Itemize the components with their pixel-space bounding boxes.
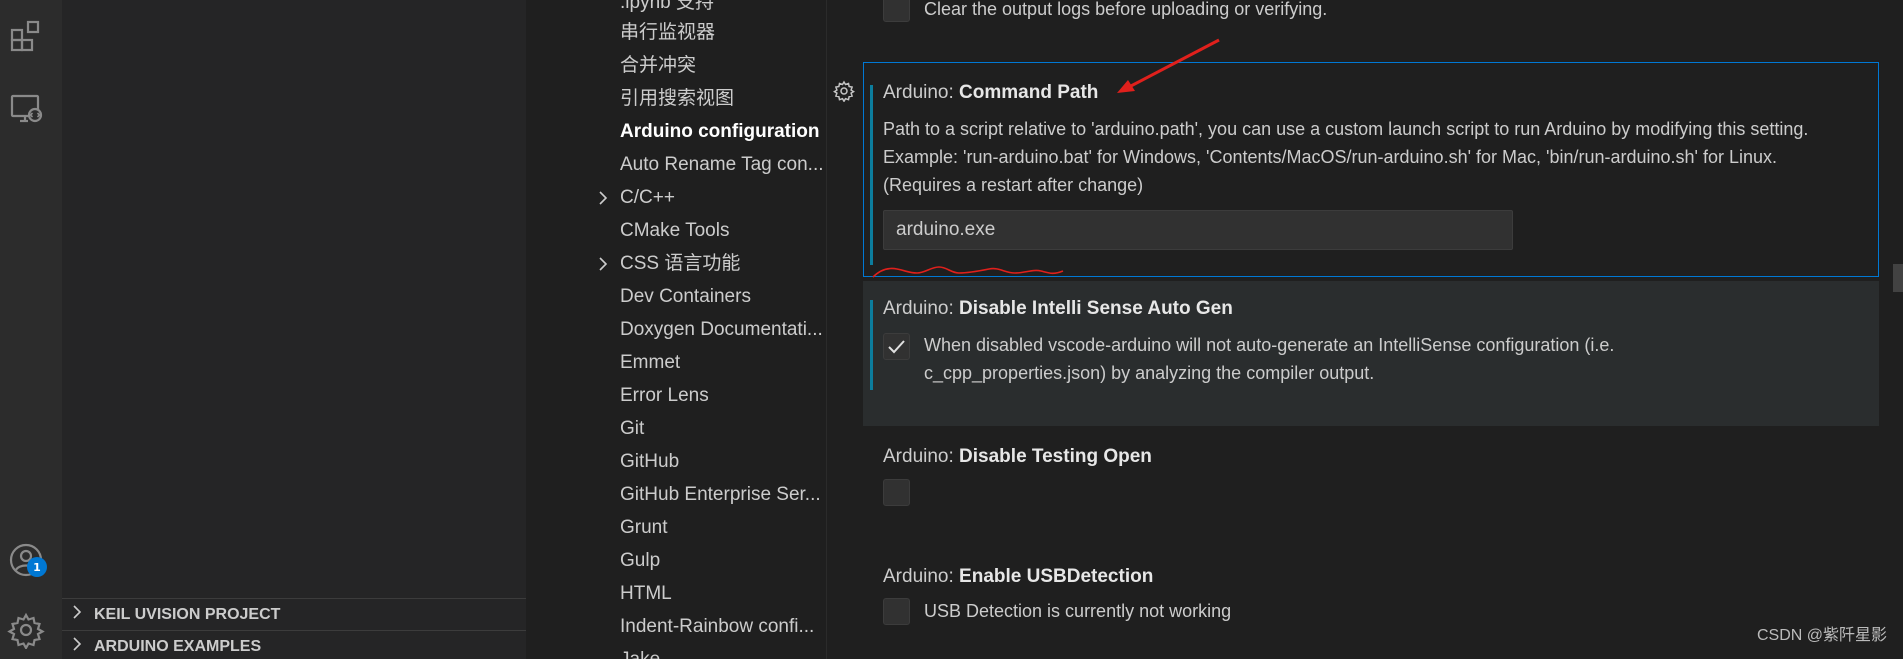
- toc-item[interactable]: Indent-Rainbow confi...: [620, 612, 814, 642]
- chevron-right-icon[interactable]: [598, 249, 608, 279]
- accounts-badge: 1: [27, 557, 47, 577]
- annotation-overlay: [872, 38, 1220, 278]
- side-bar: KEIL UVISION PROJECT ARDUINO EXAMPLES: [62, 0, 526, 659]
- settings-editor: Clear the output logs before uploading o…: [827, 0, 1903, 659]
- toc-item[interactable]: 串行监视器: [620, 18, 715, 48]
- toc-item-arduino-configuration[interactable]: Arduino configuration: [620, 117, 819, 147]
- toc-item[interactable]: GitHub: [620, 447, 679, 477]
- toc-item[interactable]: Gulp: [620, 546, 660, 576]
- toc-item[interactable]: Git: [620, 414, 644, 444]
- toc-item[interactable]: Error Lens: [620, 381, 709, 411]
- toc-item[interactable]: Grunt: [620, 513, 668, 543]
- toc-item[interactable]: HTML: [620, 579, 672, 609]
- toc-item[interactable]: Jake: [620, 645, 660, 659]
- arduino-examples-panel-header[interactable]: ARDUINO EXAMPLES: [62, 630, 526, 659]
- chevron-right-icon[interactable]: [598, 183, 608, 213]
- toc-item[interactable]: .ipynb 支持: [620, 0, 714, 18]
- toc-item[interactable]: Dev Containers: [620, 282, 751, 312]
- toc-item[interactable]: CMake Tools: [620, 216, 729, 246]
- activity-bar: 1: [0, 0, 62, 659]
- toc-item[interactable]: 引用搜索视图: [620, 84, 734, 114]
- toc-item[interactable]: Auto Rename Tag con...: [620, 150, 824, 180]
- chevron-right-icon: [72, 605, 82, 624]
- chevron-right-icon: [72, 637, 82, 656]
- toc-item[interactable]: GitHub Enterprise Ser...: [620, 480, 821, 510]
- panel-title: ARDUINO EXAMPLES: [94, 637, 262, 655]
- red-arrow-annotation: [1117, 38, 1220, 93]
- csdn-watermark: CSDN @紫阡星影: [1756, 627, 1887, 644]
- panel-title: KEIL UVISION PROJECT: [94, 605, 281, 623]
- toc-item[interactable]: C/C++: [620, 183, 675, 213]
- remote-explorer-icon[interactable]: [0, 84, 52, 132]
- manage-gear-icon[interactable]: [0, 606, 52, 654]
- extensions-icon[interactable]: [0, 12, 52, 60]
- toc-item[interactable]: 合并冲突: [620, 51, 696, 81]
- toc-item[interactable]: Emmet: [620, 348, 680, 378]
- keil-uvision-panel-header[interactable]: KEIL UVISION PROJECT: [62, 598, 526, 630]
- settings-toc: .ipynb 支持 串行监视器 合并冲突 引用搜索视图 Arduino conf…: [526, 0, 827, 659]
- toc-item[interactable]: Doxygen Documentati...: [620, 315, 823, 345]
- toc-item[interactable]: CSS 语言功能: [620, 249, 740, 279]
- red-underline-annotation: [872, 266, 1064, 278]
